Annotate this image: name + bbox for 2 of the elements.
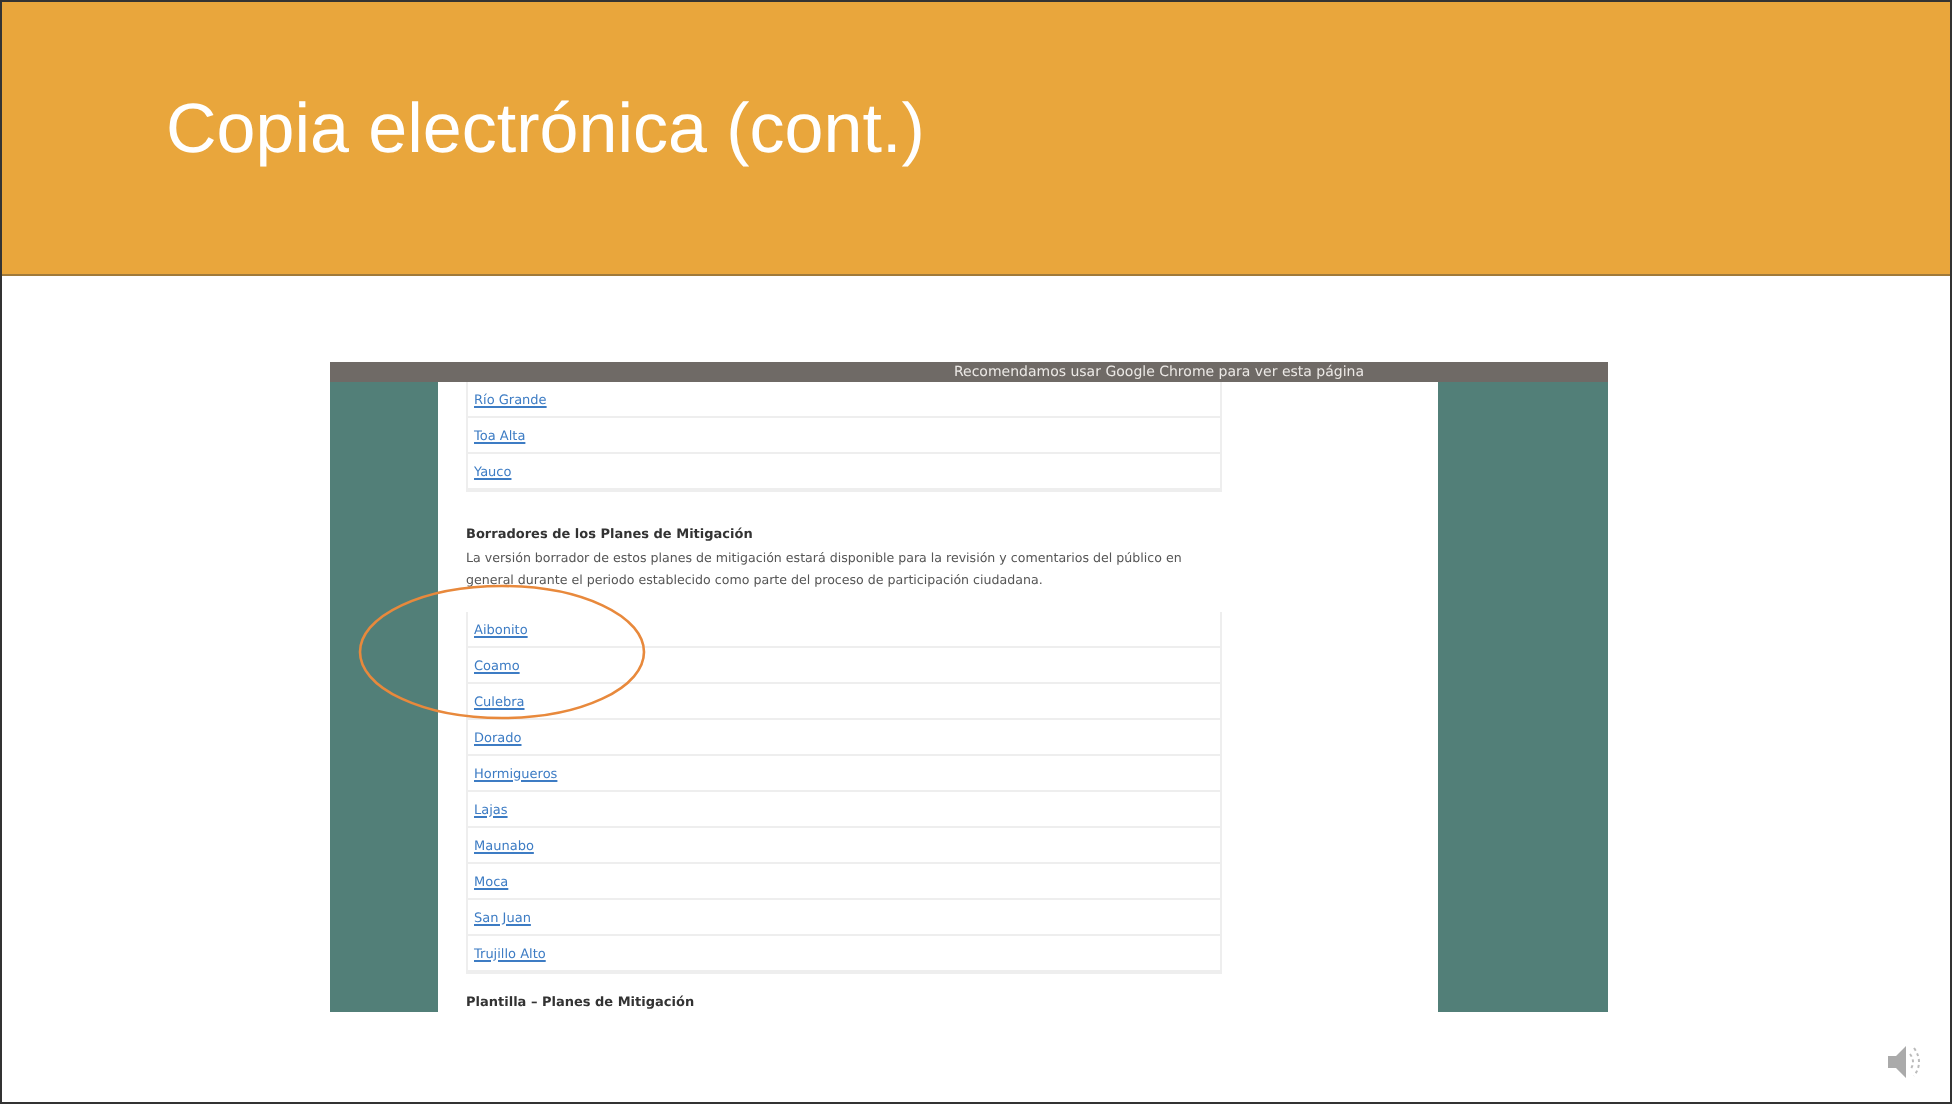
slide-title: Copia electrónica (cont.) — [166, 90, 925, 170]
speaker-icon[interactable] — [1886, 1042, 1922, 1082]
